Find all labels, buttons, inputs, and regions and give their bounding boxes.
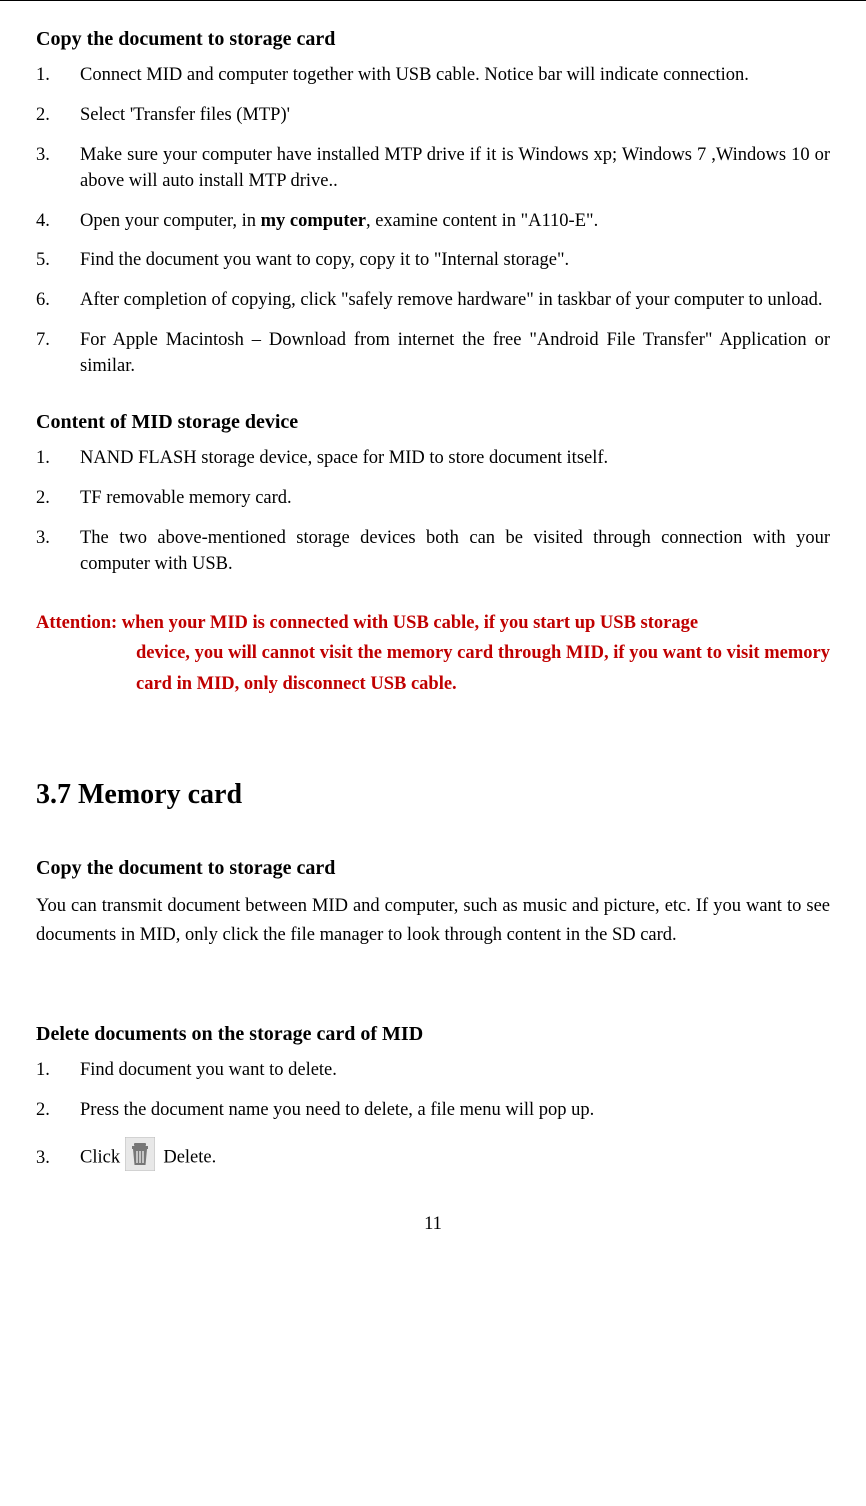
list-item: 5. Find the document you want to copy, c… xyxy=(36,248,830,274)
heading-memory-card: 3.7 Memory card xyxy=(36,775,830,814)
item-text: Make sure your computer have installed M… xyxy=(80,143,830,195)
item-number: 1. xyxy=(36,63,80,89)
list-item: 6. After completion of copying, click "s… xyxy=(36,288,830,314)
delete-list: 1. Find document you want to delete. 2. … xyxy=(36,1058,830,1181)
section-title-copy: Copy the document to storage card xyxy=(36,25,830,53)
list-item: 2. TF removable memory card. xyxy=(36,486,830,512)
item-text-post: , examine content in "A110-E". xyxy=(366,211,598,231)
trash-icon xyxy=(125,1137,155,1180)
item-text: Connect MID and computer together with U… xyxy=(80,63,830,89)
item-text: Open your computer, in my computer, exam… xyxy=(80,209,830,235)
item-text-pre: Open your computer, in xyxy=(80,211,261,231)
attention-block: Attention: when your MID is connected wi… xyxy=(36,608,830,700)
item-text-post: Delete. xyxy=(163,1148,216,1168)
copy-paragraph: You can transmit document between MID an… xyxy=(36,892,830,949)
item-number: 2. xyxy=(36,1098,80,1124)
item-text-pre: Click xyxy=(80,1148,125,1168)
content-list: 1. NAND FLASH storage device, space for … xyxy=(36,446,830,578)
section-title-delete: Delete documents on the storage card of … xyxy=(36,1020,830,1048)
item-text: The two above-mentioned storage devices … xyxy=(80,526,830,578)
item-number: 1. xyxy=(36,1058,80,1084)
item-text: Find the document you want to copy, copy… xyxy=(80,248,830,274)
item-text-bold: my computer xyxy=(261,211,366,231)
item-number: 5. xyxy=(36,248,80,274)
list-item: 1. Connect MID and computer together wit… xyxy=(36,63,830,89)
page-number: 11 xyxy=(36,1212,830,1238)
item-text: For Apple Macintosh – Download from inte… xyxy=(80,328,830,380)
list-item: 2. Select 'Transfer files (MTP)' xyxy=(36,103,830,129)
item-number: 4. xyxy=(36,209,80,235)
copy-list: 1. Connect MID and computer together wit… xyxy=(36,63,830,380)
item-number: 6. xyxy=(36,288,80,314)
item-number: 2. xyxy=(36,103,80,129)
list-item: 3. The two above-mentioned storage devic… xyxy=(36,526,830,578)
list-item: 3. Make sure your computer have installe… xyxy=(36,143,830,195)
attention-rest: device, you will cannot visit the memory… xyxy=(36,638,830,699)
item-number: 1. xyxy=(36,446,80,472)
list-item: 4. Open your computer, in my computer, e… xyxy=(36,209,830,235)
item-text: Select 'Transfer files (MTP)' xyxy=(80,103,830,129)
item-text: Find document you want to delete. xyxy=(80,1058,830,1084)
list-item: 2. Press the document name you need to d… xyxy=(36,1098,830,1124)
attention-first-line: Attention: when your MID is connected wi… xyxy=(36,613,698,633)
section-title-copy2: Copy the document to storage card xyxy=(36,854,830,882)
list-item: 1. NAND FLASH storage device, space for … xyxy=(36,446,830,472)
item-number: 7. xyxy=(36,328,80,380)
item-number: 3. xyxy=(36,1146,80,1172)
list-item: 7. For Apple Macintosh – Download from i… xyxy=(36,328,830,380)
section-title-content: Content of MID storage device xyxy=(36,408,830,436)
item-text: NAND FLASH storage device, space for MID… xyxy=(80,446,830,472)
item-text: Click Delete. xyxy=(80,1137,830,1180)
item-text: TF removable memory card. xyxy=(80,486,830,512)
item-number: 2. xyxy=(36,486,80,512)
item-number: 3. xyxy=(36,526,80,578)
list-item: 1. Find document you want to delete. xyxy=(36,1058,830,1084)
item-text: Press the document name you need to dele… xyxy=(80,1098,830,1124)
item-number: 3. xyxy=(36,143,80,195)
item-text: After completion of copying, click "safe… xyxy=(80,288,830,314)
list-item: 3. Click Delete. xyxy=(36,1137,830,1180)
